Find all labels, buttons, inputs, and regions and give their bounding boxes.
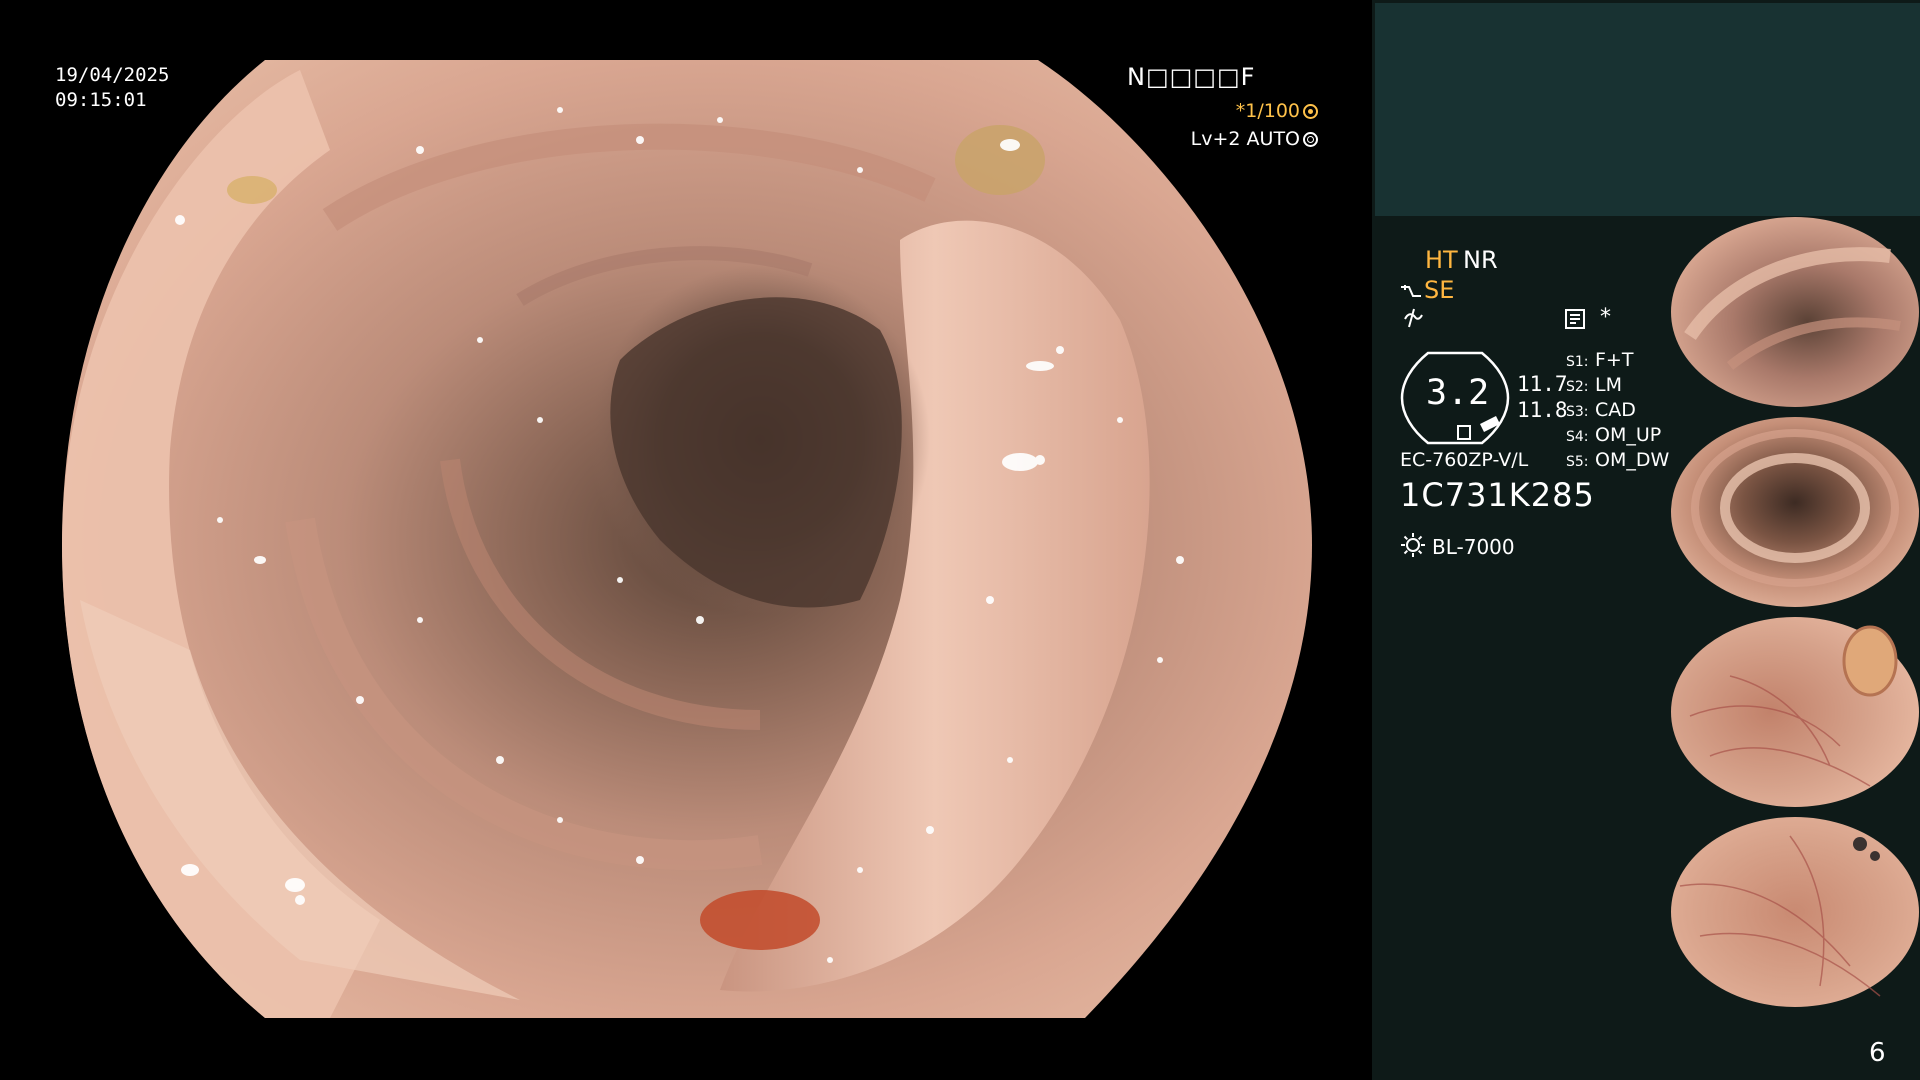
brightness-level: Lv+2 AUTO (1191, 128, 1318, 150)
gauge-value: 3.2 (1426, 373, 1490, 413)
endoscopic-image (62, 60, 1312, 1018)
se-label: SE (1424, 276, 1455, 304)
function-key-list: S1: F+T S2: LM S3: CAD S4: OM_UP S5: OM_DW (1566, 349, 1669, 474)
enhancement-icon (1401, 285, 1421, 297)
record-icon (1565, 309, 1585, 329)
shutter-icon (1303, 104, 1318, 119)
function-key-s4: S4: OM_UP (1566, 424, 1662, 446)
panel-header-area (1375, 3, 1920, 216)
exam-time: 09:15:01 (55, 89, 147, 111)
star-indicator: * (1600, 305, 1611, 330)
function-key-s1: S1: F+T (1566, 349, 1634, 371)
exam-date: 19/04/2025 (55, 64, 170, 86)
level-label: Lv+2 AUTO (1190, 128, 1300, 150)
light-source-icon (1401, 533, 1425, 557)
captured-thumbnail[interactable] (1670, 816, 1920, 1008)
function-key-s2: S2: LM (1566, 374, 1622, 396)
info-panel: HT NR SE * 3.2 11.7 11.8 S1: F+T S2: LM S3… (1372, 0, 1920, 1080)
light-source-label: BL-7000 (1432, 535, 1515, 559)
page-number: 6 (1869, 1038, 1886, 1068)
shutter-label: *1/100 (1235, 100, 1300, 122)
patient-id: N□□□□F (1127, 63, 1256, 91)
captured-thumbnail[interactable] (1670, 216, 1920, 408)
endoscope-live-view: 19/04/2025 09:15:01 N□□□□F *1/100 Lv+2 A… (0, 0, 1372, 1080)
function-key-s5: S5: OM_DW (1566, 449, 1670, 471)
captured-thumbnail[interactable] (1670, 616, 1920, 808)
reading-b: 11.8 (1517, 398, 1568, 422)
function-key-s3: S3: CAD (1566, 399, 1636, 421)
ht-mode-label: HT (1425, 246, 1458, 274)
scope-serial: 1C731K285 (1400, 476, 1595, 514)
scope-model: EC-760ZP-V/L (1400, 449, 1529, 471)
light-source: BL-7000 (1400, 532, 1515, 559)
nr-mode-label: NR (1463, 246, 1498, 274)
structure-enhancement: SE (1400, 276, 1454, 304)
shutter-setting: *1/100 (1236, 100, 1318, 122)
auto-iris-icon (1303, 132, 1318, 147)
captured-thumbnail[interactable] (1670, 416, 1920, 608)
reading-a: 11.7 (1517, 372, 1568, 396)
color-filter-icon (1404, 308, 1423, 328)
